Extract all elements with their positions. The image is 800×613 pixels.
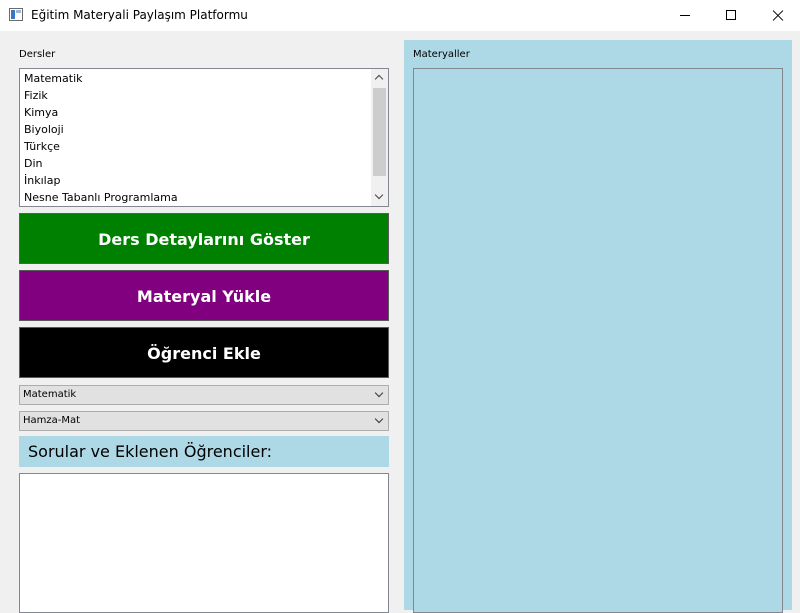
- course-item-din[interactable]: Din: [24, 155, 43, 172]
- title-bar: Eğitim Materyali Paylaşım Platformu: [0, 0, 800, 31]
- material-select[interactable]: Hamza-Mat: [19, 411, 389, 431]
- scroll-up-arrow-icon[interactable]: [371, 69, 388, 86]
- scroll-down-arrow-icon[interactable]: [371, 189, 388, 206]
- close-button[interactable]: [754, 0, 800, 31]
- course-item-ntp[interactable]: Nesne Tabanlı Programlama: [24, 189, 178, 206]
- materials-list[interactable]: [413, 68, 783, 613]
- show-course-details-button[interactable]: Ders Detaylarını Göster: [19, 213, 389, 264]
- course-list[interactable]: Matematik Fizik Kimya Biyoloji Türkçe Di…: [19, 68, 389, 207]
- maximize-button[interactable]: [708, 0, 754, 31]
- materials-label: Materyaller: [413, 49, 470, 60]
- course-item-biyoloji[interactable]: Biyoloji: [24, 121, 64, 138]
- courses-label: Dersler: [19, 49, 56, 60]
- add-student-button[interactable]: Öğrenci Ekle: [19, 327, 389, 378]
- chevron-down-icon: [374, 414, 384, 424]
- course-list-scrollbar[interactable]: [371, 69, 388, 206]
- course-item-fizik[interactable]: Fizik: [24, 87, 48, 104]
- scroll-thumb[interactable]: [373, 88, 386, 176]
- course-select-value: Matematik: [23, 389, 77, 400]
- course-item-inkilap[interactable]: İnkılap: [24, 172, 60, 189]
- course-item-kimya[interactable]: Kimya: [24, 104, 58, 121]
- questions-students-label: Sorular ve Eklenen Öğrenciler:: [19, 436, 389, 467]
- course-item-matematik[interactable]: Matematik: [24, 70, 83, 87]
- window-title: Eğitim Materyali Paylaşım Platformu: [31, 8, 248, 22]
- course-select[interactable]: Matematik: [19, 385, 389, 405]
- chevron-down-icon: [374, 388, 384, 398]
- course-item-turkce[interactable]: Türkçe: [24, 138, 60, 155]
- minimize-button[interactable]: [662, 0, 708, 31]
- app-icon: [9, 8, 23, 21]
- material-select-value: Hamza-Mat: [23, 415, 81, 426]
- questions-students-textarea[interactable]: [19, 473, 389, 613]
- upload-material-button[interactable]: Materyal Yükle: [19, 270, 389, 321]
